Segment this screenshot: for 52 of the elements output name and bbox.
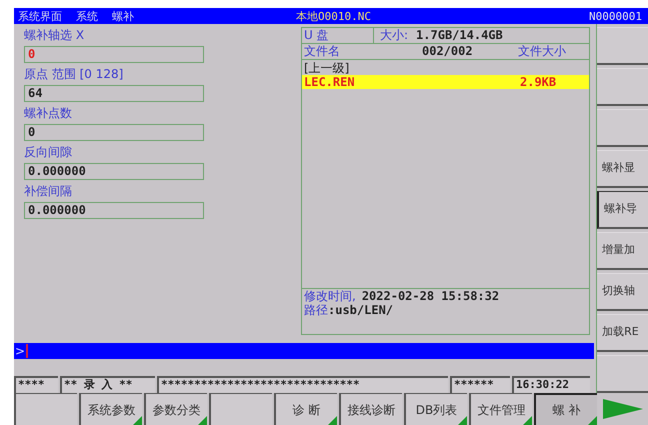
softkey[interactable] xyxy=(14,393,77,425)
softkey[interactable]: 螺补导 xyxy=(597,191,648,229)
softkey[interactable]: 文件管理 xyxy=(469,393,532,425)
submenu-corner-icon xyxy=(588,416,597,425)
breadcrumb-item[interactable]: 螺补 xyxy=(112,10,134,22)
file-count: 002/002 xyxy=(422,44,474,59)
size-label: 大小: xyxy=(379,28,408,43)
field-label: 补偿间隔 xyxy=(24,183,73,199)
softkey[interactable]: 参数分类 xyxy=(144,393,207,425)
status-field: ** 录 入 ** xyxy=(60,376,155,393)
field-label: 修改时间, xyxy=(304,289,356,303)
input-field[interactable]: 0 xyxy=(24,124,204,141)
field-label: 螺补轴选 X xyxy=(24,27,86,43)
breadcrumb-item[interactable]: 系统界面 xyxy=(18,10,62,22)
input-field[interactable]: 0.000000 xyxy=(24,163,204,180)
program-name: 本地O0010.NC xyxy=(296,10,371,22)
submenu-corner-icon xyxy=(328,416,337,425)
softkey[interactable]: 增量加 xyxy=(597,232,648,270)
file-row[interactable]: [上一级] xyxy=(302,61,589,75)
file-path: :usb/LEN/ xyxy=(328,303,394,317)
field-label: 螺补点数 xyxy=(24,105,73,121)
modified-time: 2022-02-28 15:58:32 xyxy=(362,289,500,303)
column-header: 文件名 xyxy=(303,44,341,59)
file-row[interactable]: LEC.REN 2.9KB xyxy=(302,75,589,89)
breadcrumb-item[interactable]: 系统 xyxy=(76,10,98,22)
submenu-corner-icon xyxy=(133,416,142,425)
status-field: **** xyxy=(14,376,58,393)
submenu-corner-icon xyxy=(458,416,467,425)
input-field[interactable]: 64 xyxy=(24,85,204,102)
field-label: 路径 xyxy=(304,303,328,317)
column-header: 文件大小 xyxy=(517,44,566,59)
softkey[interactable]: DB列表 xyxy=(404,393,467,425)
storage-size: 1.7GB/14.4GB xyxy=(415,28,503,43)
softkey[interactable]: 接线诊断 xyxy=(339,393,402,425)
softkey[interactable]: 诊 断 xyxy=(274,393,337,425)
submenu-corner-icon xyxy=(523,416,532,425)
softkey[interactable]: 螺补显 xyxy=(597,150,648,188)
status-field: 16:30:22 xyxy=(512,376,590,393)
softkey[interactable]: 螺 补 xyxy=(534,393,597,425)
text-cursor xyxy=(26,344,28,358)
softkey[interactable]: 加载RE xyxy=(597,314,648,352)
input-field[interactable]: 0.000000 xyxy=(24,202,204,219)
status-field: ****************************** xyxy=(157,376,448,393)
softkey[interactable]: 切换轴 xyxy=(597,273,648,311)
field-label: 原点 范围 [0 128] xyxy=(24,66,124,82)
softkey[interactable] xyxy=(209,393,272,425)
softkey[interactable]: 系统参数 xyxy=(79,393,142,425)
field-label: 反向间隙 xyxy=(24,144,73,160)
submenu-corner-icon xyxy=(198,416,207,425)
device-label: U 盘 xyxy=(304,28,329,42)
status-field: ****** xyxy=(450,376,510,393)
block-number: N0000001 xyxy=(589,10,643,22)
